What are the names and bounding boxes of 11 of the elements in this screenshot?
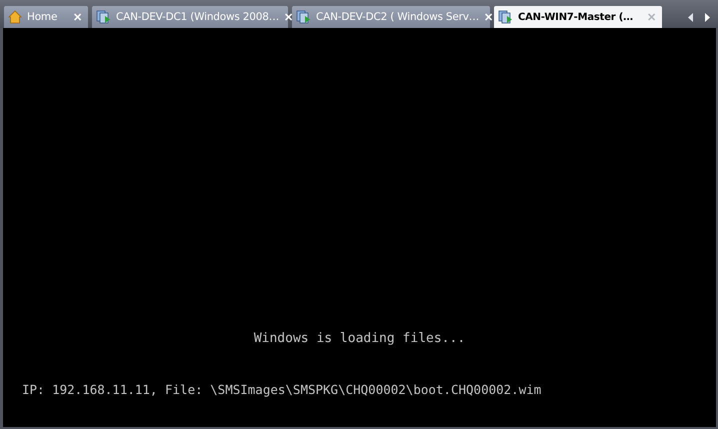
loading-message: Windows is loading files... [254, 331, 466, 346]
tab[interactable]: CAN-WIN7-Master (… ✕ [494, 6, 662, 28]
close-button[interactable]: ✕ [73, 10, 82, 24]
tab[interactable]: CAN-DEV-DC2 ( Windows Serv… ✕ [292, 6, 490, 28]
tab-label: CAN-DEV-DC1 (Windows 2008… [116, 11, 279, 23]
tab[interactable]: Home ✕ [4, 6, 88, 28]
close-button[interactable]: ✕ [647, 10, 656, 24]
tab-label: CAN-WIN7-Master (… [518, 12, 634, 22]
tab-label: Home [27, 11, 58, 23]
boot-file-info: IP: 192.168.11.11, File: \SMSImages\SMSPKG\CHQ00002\boot.CHQ00002.wim [22, 382, 542, 397]
tab-label: CAN-DEV-DC2 ( Windows Serv… [316, 11, 480, 23]
